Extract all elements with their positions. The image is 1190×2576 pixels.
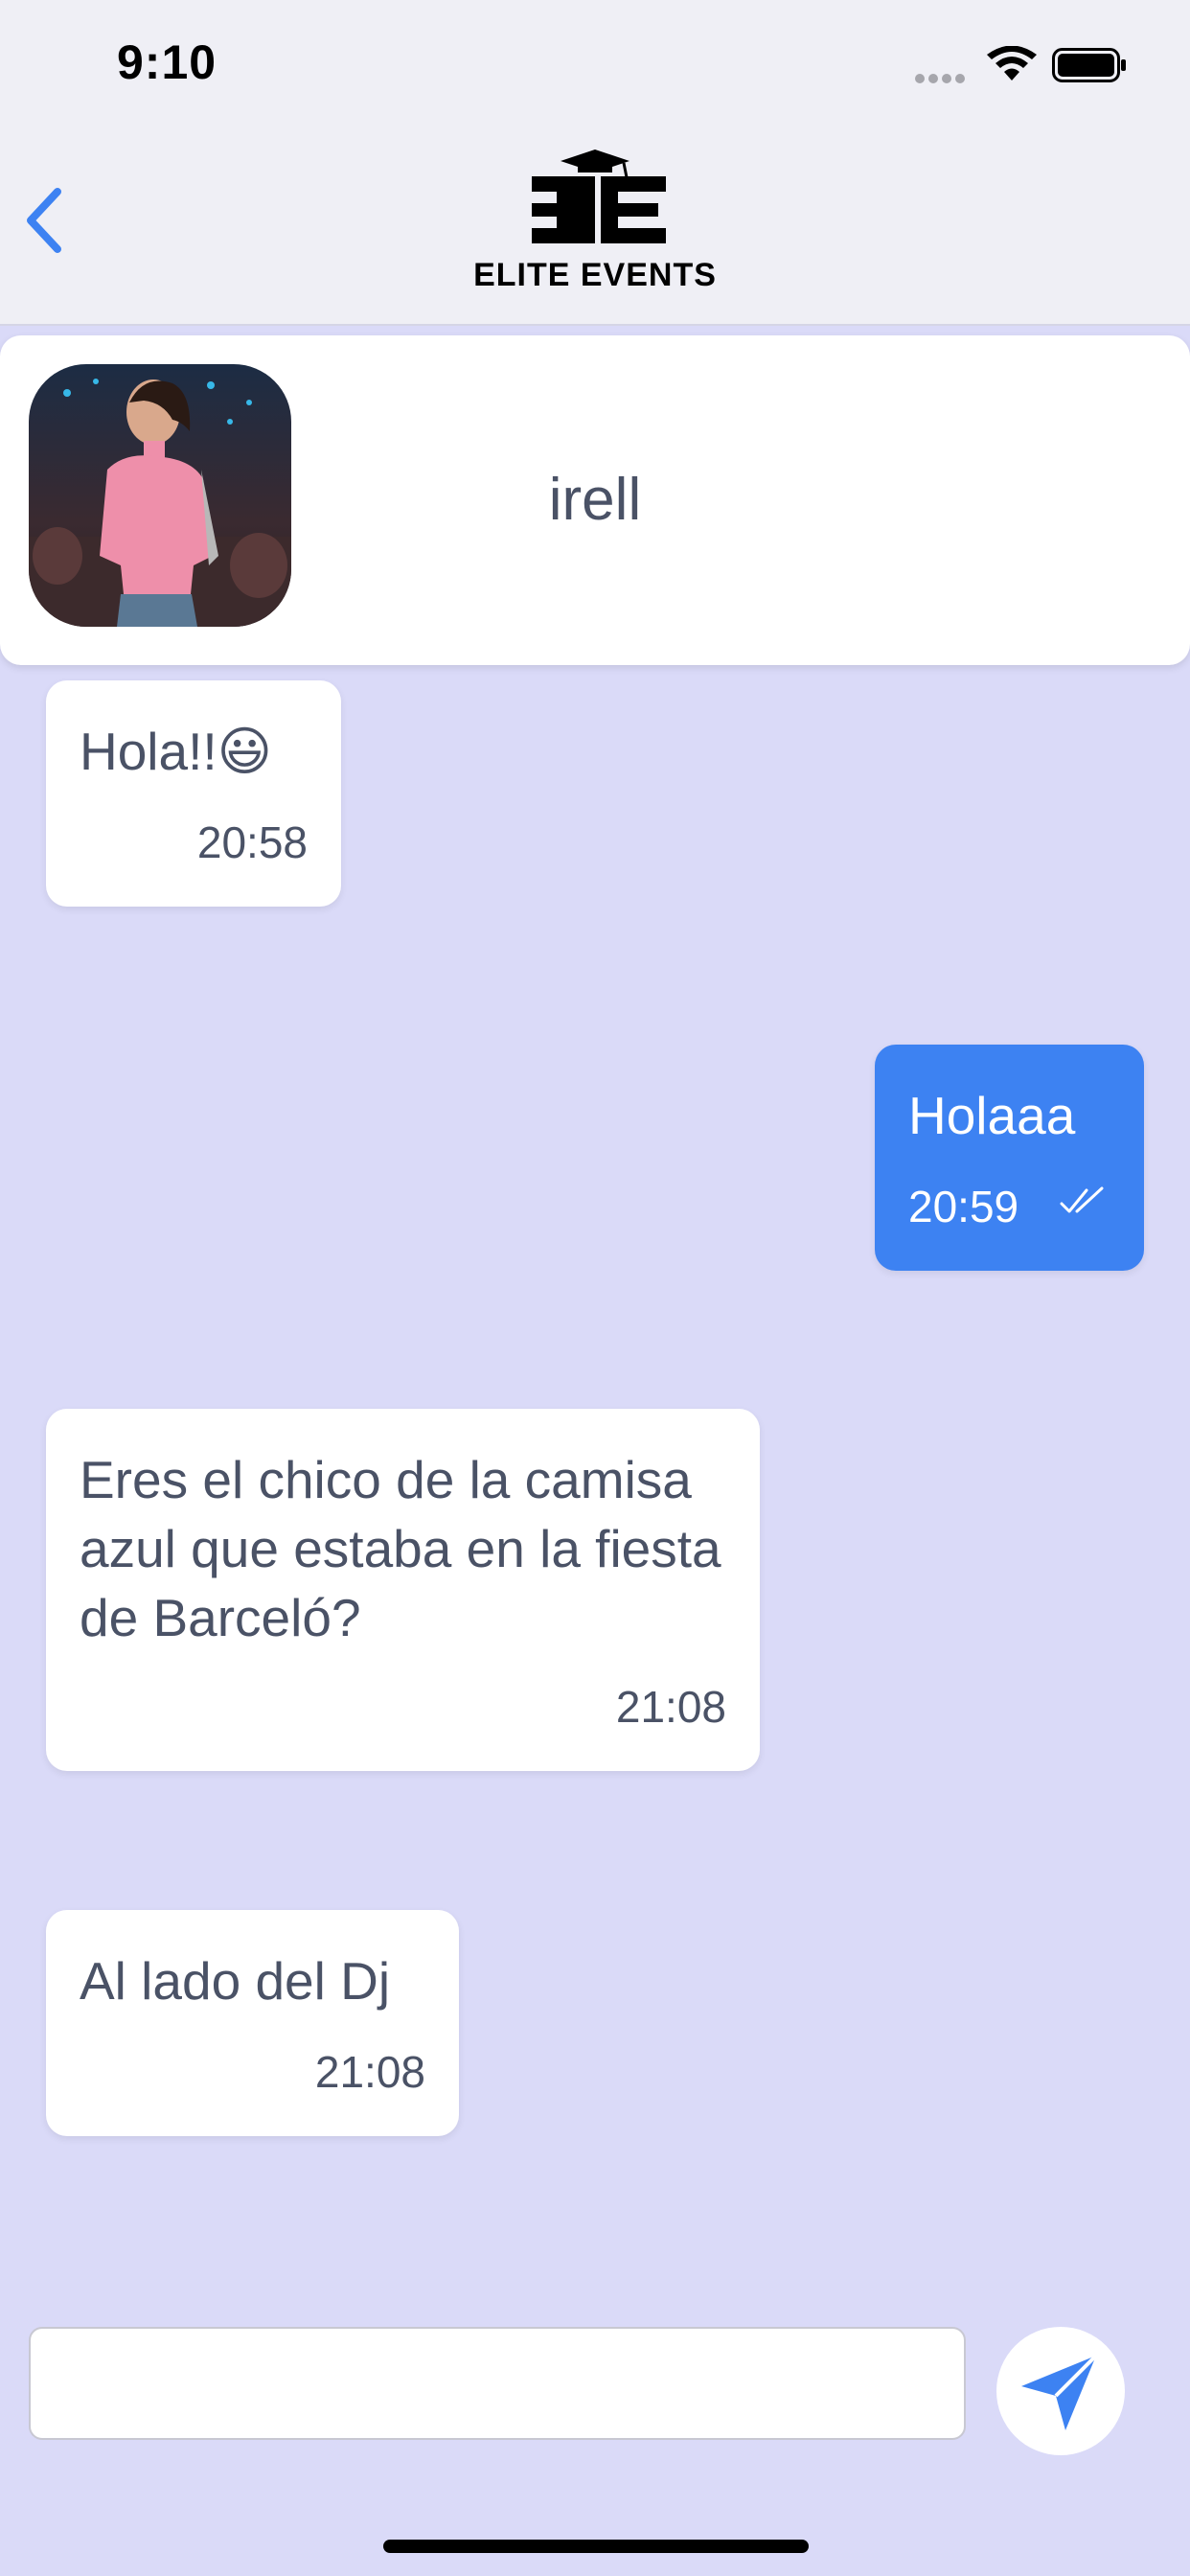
message-time: 21:08 [314, 2047, 425, 2097]
double-check-icon [1060, 1186, 1104, 1213]
message-text: Eres el chico de la camisa azul que esta… [80, 1450, 721, 1647]
logo-text: ELITE EVENTS [473, 257, 717, 293]
message-text: Holaaa [908, 1086, 1076, 1145]
elite-events-logo: ELITE EVENTS [461, 144, 729, 299]
nav-header: ELITE EVENTS [0, 125, 1190, 326]
message-time: 20:59 [908, 1182, 1019, 1231]
send-button[interactable] [996, 2327, 1125, 2455]
battery-icon [1052, 48, 1126, 82]
message-received-3[interactable]: Al lado del Dj 21:08 [46, 1910, 459, 2136]
message-time: 21:08 [615, 1682, 726, 1732]
contact-card[interactable]: irell [0, 335, 1190, 665]
cellular-signal-icon [915, 71, 969, 88]
status-bar: 9:10 [0, 0, 1190, 125]
message-text: Al lado del Dj [80, 1951, 391, 2011]
send-icon [1021, 2354, 1098, 2430]
message-input[interactable] [29, 2327, 966, 2440]
logo-mark-icon [532, 150, 666, 243]
contact-name: irell [548, 467, 642, 533]
message-sent-1[interactable]: Holaaa 20:59 [875, 1045, 1144, 1271]
message-received-2[interactable]: Eres el chico de la camisa azul que esta… [46, 1409, 760, 1771]
status-time: 9:10 [117, 35, 217, 89]
message-text: Hola!!😃 [80, 722, 273, 781]
message-time: 20:58 [196, 817, 308, 867]
message-received-1[interactable]: Hola!!😃 20:58 [46, 680, 341, 907]
home-indicator[interactable] [383, 2540, 809, 2553]
wifi-icon [987, 46, 1037, 80]
back-chevron-icon[interactable] [21, 182, 69, 259]
